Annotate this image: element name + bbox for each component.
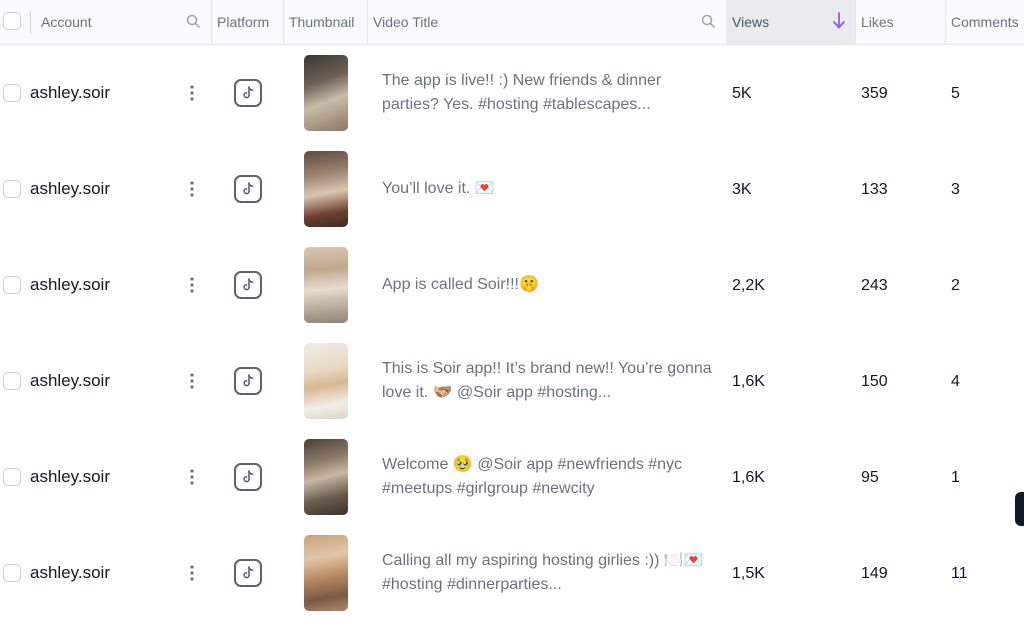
column-thumbnail[interactable]: Thumbnail <box>283 0 368 44</box>
table-row[interactable]: ashley.soir The app is live!! :) New fri… <box>0 45 1024 141</box>
tiktok-icon[interactable] <box>234 175 262 203</box>
likes-value: 95 <box>861 469 879 486</box>
table-row[interactable]: ashley.soir Calling all my aspiring host… <box>0 525 1024 621</box>
account-name[interactable]: ashley.soir <box>30 371 110 391</box>
kebab-menu-icon[interactable] <box>186 275 198 295</box>
comments-value: 5 <box>951 85 960 102</box>
column-views-label: Views <box>732 14 770 30</box>
kebab-menu-icon[interactable] <box>186 467 198 487</box>
kebab-menu-icon[interactable] <box>186 179 198 199</box>
views-value: 3K <box>732 181 752 198</box>
likes-value: 243 <box>861 277 888 294</box>
video-thumbnail[interactable] <box>304 343 348 419</box>
column-video-title-label: Video Title <box>373 14 439 30</box>
column-likes[interactable]: Likes <box>855 0 946 44</box>
column-platform[interactable]: Platform <box>211 0 284 44</box>
row-checkbox[interactable] <box>3 468 21 486</box>
column-comments-label: Comments <box>951 14 1019 30</box>
video-title[interactable]: App is called Soir!!!🤫 <box>382 273 717 297</box>
video-thumbnail[interactable] <box>304 439 348 515</box>
likes-value: 150 <box>861 373 888 390</box>
tiktok-icon[interactable] <box>234 367 262 395</box>
video-title[interactable]: The app is live!! :) New friends & dinne… <box>382 69 717 117</box>
header-divider <box>30 11 31 33</box>
table-row[interactable]: ashley.soir App is called Soir!!!🤫 2,2K … <box>0 237 1024 333</box>
kebab-menu-icon[interactable] <box>186 83 198 103</box>
column-platform-label: Platform <box>217 14 270 30</box>
video-thumbnail[interactable] <box>304 535 348 611</box>
search-icon[interactable] <box>185 13 201 29</box>
video-thumbnail[interactable] <box>304 247 348 323</box>
video-thumbnail[interactable] <box>304 55 348 131</box>
video-title[interactable]: This is Soir app!! It’s brand new!! You’… <box>382 357 717 405</box>
column-comments[interactable]: Comments <box>945 0 1024 44</box>
tiktok-icon[interactable] <box>234 463 262 491</box>
comments-value: 4 <box>951 373 960 390</box>
side-panel-toggle[interactable] <box>1015 492 1024 526</box>
tiktok-icon[interactable] <box>234 271 262 299</box>
likes-value: 149 <box>861 565 888 582</box>
kebab-menu-icon[interactable] <box>186 371 198 391</box>
select-all-checkbox[interactable] <box>3 12 21 30</box>
video-title[interactable]: Welcome 🥹 @Soir app #newfriends #nyc #me… <box>382 453 717 501</box>
tiktok-icon[interactable] <box>234 79 262 107</box>
video-title[interactable]: Calling all my aspiring hosting girlies … <box>382 549 717 597</box>
row-checkbox[interactable] <box>3 180 21 198</box>
views-value: 1,5K <box>732 565 765 582</box>
column-thumbnail-label: Thumbnail <box>289 14 355 30</box>
comments-value: 1 <box>951 469 960 486</box>
table-row[interactable]: ashley.soir This is Soir app!! It’s bran… <box>0 333 1024 429</box>
table-header: Account Platform Thumbnail Video Title V… <box>0 0 1024 45</box>
views-value: 5K <box>732 85 752 102</box>
row-checkbox[interactable] <box>3 84 21 102</box>
account-name[interactable]: ashley.soir <box>30 467 110 487</box>
comments-value: 3 <box>951 181 960 198</box>
kebab-menu-icon[interactable] <box>186 563 198 583</box>
table-row[interactable]: ashley.soir Welcome 🥹 @Soir app #newfrie… <box>0 429 1024 525</box>
views-value: 2,2K <box>732 277 765 294</box>
views-value: 1,6K <box>732 373 765 390</box>
row-checkbox[interactable] <box>3 276 21 294</box>
column-likes-label: Likes <box>861 14 894 30</box>
account-name[interactable]: ashley.soir <box>30 563 110 583</box>
row-checkbox[interactable] <box>3 372 21 390</box>
table-row[interactable]: ashley.soir You’ll love it. 💌 3K 133 3 <box>0 141 1024 237</box>
tiktok-icon[interactable] <box>234 559 262 587</box>
row-checkbox[interactable] <box>3 564 21 582</box>
account-name[interactable]: ashley.soir <box>30 83 110 103</box>
comments-value: 11 <box>951 565 968 582</box>
column-account[interactable]: Account <box>35 0 212 44</box>
column-video-title[interactable]: Video Title <box>367 0 727 44</box>
video-title[interactable]: You’ll love it. 💌 <box>382 177 717 201</box>
likes-value: 359 <box>861 85 888 102</box>
likes-value: 133 <box>861 181 888 198</box>
account-name[interactable]: ashley.soir <box>30 275 110 295</box>
column-views[interactable]: Views <box>726 0 856 44</box>
arrow-down-icon[interactable] <box>831 11 847 31</box>
comments-value: 2 <box>951 277 960 294</box>
account-name[interactable]: ashley.soir <box>30 179 110 199</box>
search-icon[interactable] <box>700 13 716 29</box>
video-thumbnail[interactable] <box>304 151 348 227</box>
views-value: 1,6K <box>732 469 765 486</box>
column-account-label: Account <box>41 14 92 30</box>
